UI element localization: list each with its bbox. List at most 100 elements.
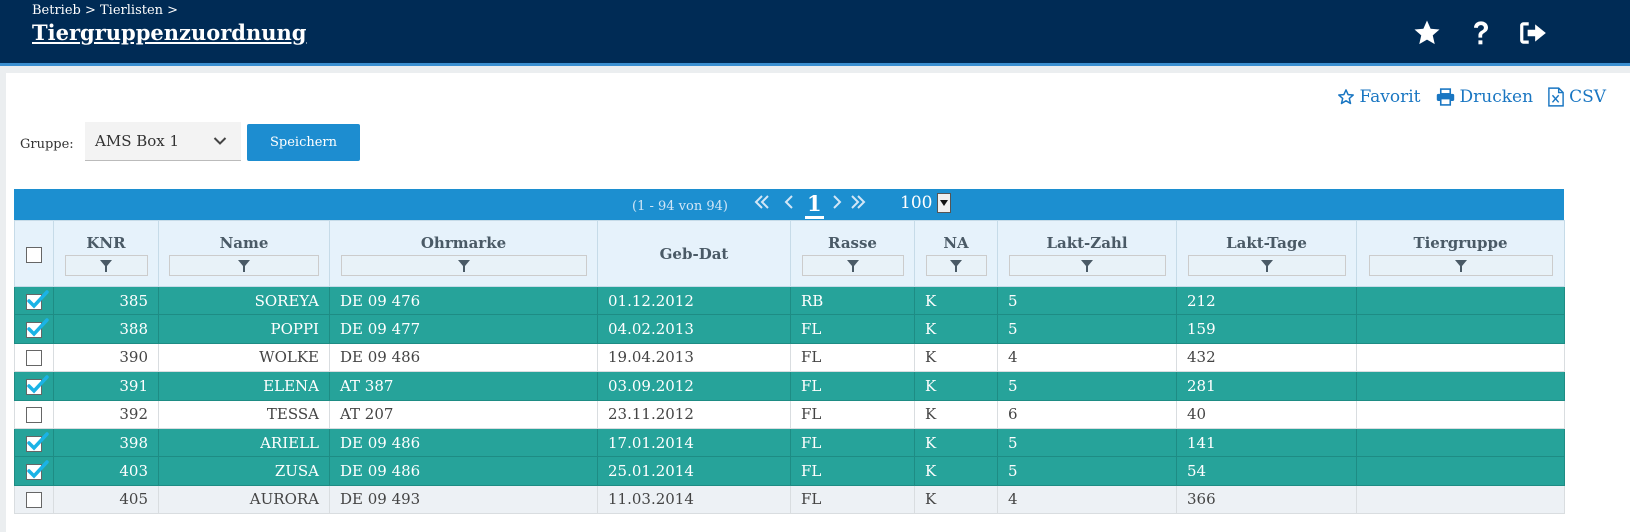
table-header-row: KNR Name Ohrmarke Geb-Dat Rasse NA Lakt-… <box>14 220 1565 287</box>
print-label: Drucken <box>1459 87 1534 107</box>
row-checkbox[interactable] <box>26 431 49 452</box>
page-size-select[interactable]: 100 <box>900 193 952 213</box>
favorite-label: Favorit <box>1359 87 1421 107</box>
filter-icon[interactable] <box>1008 255 1166 276</box>
last-page-icon[interactable] <box>850 193 866 214</box>
col-header-laktzahl[interactable]: Lakt-Zahl <box>997 220 1177 287</box>
table-row[interactable]: 388 POPPI DE 09 477 04.02.2013 FL K 5 159 <box>14 314 1565 344</box>
filter-icon[interactable] <box>1368 255 1553 276</box>
filter-icon[interactable] <box>801 255 904 276</box>
filter-icon[interactable] <box>1187 255 1346 276</box>
row-select-cell <box>14 371 54 401</box>
cell-tiergruppe <box>1356 285 1565 316</box>
page-title[interactable]: Tiergruppenzuordnung <box>32 20 306 45</box>
cell-na: K <box>914 371 998 401</box>
action-bar: Favorit Drucken CSV <box>1337 87 1606 107</box>
first-page-icon[interactable] <box>754 193 770 214</box>
table-row[interactable]: 398 ARIELL DE 09 486 17.01.2014 FL K 5 141 <box>14 427 1565 458</box>
cell-ohrmarke: DE 09 493 <box>329 484 598 515</box>
cell-tiergruppe <box>1356 314 1565 344</box>
next-page-icon[interactable] <box>832 193 842 214</box>
table-row[interactable]: 390 WOLKE DE 09 486 19.04.2013 FL K 4 432 <box>14 342 1565 373</box>
cell-lakttage: 432 <box>1176 342 1357 373</box>
cell-laktzahl: 4 <box>997 342 1177 373</box>
star-outline-icon <box>1337 89 1354 105</box>
favorite-star-icon[interactable] <box>1409 15 1445 51</box>
cell-na: K <box>914 484 998 515</box>
filter-icon[interactable] <box>340 255 587 276</box>
print-link[interactable]: Drucken <box>1436 87 1534 107</box>
checkmark-icon <box>27 460 49 479</box>
table-row[interactable]: 391 ELENA AT 387 03.09.2012 FL K 5 281 <box>14 371 1565 401</box>
cell-knr: 388 <box>53 314 159 344</box>
table-row[interactable]: 405 AURORA DE 09 493 11.03.2014 FL K 4 366 <box>14 484 1565 515</box>
row-checkbox[interactable] <box>26 407 42 424</box>
row-select-cell <box>14 285 54 316</box>
cell-name: POPPI <box>158 314 330 344</box>
prev-page-icon[interactable] <box>784 193 794 214</box>
col-header-name[interactable]: Name <box>158 220 330 287</box>
csv-label: CSV <box>1569 87 1606 107</box>
help-icon[interactable] <box>1463 15 1499 51</box>
cell-na: K <box>914 342 998 373</box>
cell-gebdat: 23.11.2012 <box>597 399 791 429</box>
chevron-down-icon <box>213 137 227 145</box>
cell-gebdat: 04.02.2013 <box>597 314 791 344</box>
table-row[interactable]: 392 TESSA AT 207 23.11.2012 FL K 6 40 <box>14 399 1565 429</box>
row-checkbox[interactable] <box>26 318 49 339</box>
select-all-checkbox[interactable] <box>26 246 42 263</box>
checkmark-icon <box>27 375 49 394</box>
cell-name: ARIELL <box>158 427 330 458</box>
cell-ohrmarke: AT 207 <box>329 399 598 429</box>
group-label: Gruppe: <box>20 137 74 152</box>
cell-laktzahl: 5 <box>997 285 1177 316</box>
col-header-lakttage[interactable]: Lakt-Tage <box>1176 220 1357 287</box>
cell-name: SOREYA <box>158 285 330 316</box>
table-body: 385 SOREYA DE 09 476 01.12.2012 RB K 5 212 388 PO… <box>14 285 1565 515</box>
cell-knr: 405 <box>53 484 159 515</box>
app-header: Betrieb > Tierlisten > Tiergruppenzuordn… <box>0 0 1630 66</box>
col-header-ohrmarke[interactable]: Ohrmarke <box>329 220 598 287</box>
cell-ohrmarke: DE 09 486 <box>329 342 598 373</box>
current-page[interactable]: 1 <box>805 191 824 219</box>
cell-ohrmarke: AT 387 <box>329 371 598 401</box>
table-row[interactable]: 385 SOREYA DE 09 476 01.12.2012 RB K 5 212 <box>14 285 1565 316</box>
filter-icon[interactable] <box>64 255 148 276</box>
csv-link[interactable]: CSV <box>1548 87 1606 107</box>
group-select-value: AMS Box 1 <box>95 132 180 150</box>
page-size-value: 100 <box>900 193 933 213</box>
col-header-rasse[interactable]: Rasse <box>790 220 915 287</box>
logout-icon[interactable] <box>1515 15 1551 51</box>
table-row[interactable]: 403 ZUSA DE 09 486 25.01.2014 FL K 5 54 <box>14 456 1565 486</box>
col-header-knr[interactable]: KNR <box>53 220 159 287</box>
col-header-gebdat[interactable]: Geb-Dat <box>597 220 791 287</box>
col-header-na[interactable]: NA <box>914 220 998 287</box>
cell-tiergruppe <box>1356 399 1565 429</box>
cell-na: K <box>914 427 998 458</box>
caret-down-icon <box>937 193 952 213</box>
save-button[interactable]: Speichern <box>247 124 360 161</box>
breadcrumb[interactable]: Betrieb > Tierlisten > <box>32 3 178 18</box>
row-checkbox[interactable] <box>26 492 42 509</box>
filter-icon[interactable] <box>169 255 319 276</box>
checkmark-icon <box>27 431 49 451</box>
cell-na: K <box>914 456 998 486</box>
cell-lakttage: 40 <box>1176 399 1357 429</box>
cell-rasse: FL <box>790 427 915 458</box>
cell-lakttage: 366 <box>1176 484 1357 515</box>
row-checkbox[interactable] <box>26 375 49 395</box>
col-header-tiergruppe[interactable]: Tiergruppe <box>1356 220 1565 287</box>
row-checkbox[interactable] <box>26 289 49 310</box>
checkmark-icon <box>27 289 49 309</box>
cell-lakttage: 159 <box>1176 314 1357 344</box>
row-checkbox[interactable] <box>26 350 42 367</box>
filter-icon[interactable] <box>925 255 987 276</box>
group-select[interactable]: AMS Box 1 <box>85 122 241 161</box>
favorite-link[interactable]: Favorit <box>1337 87 1421 107</box>
cell-knr: 392 <box>53 399 159 429</box>
printer-icon <box>1436 88 1454 106</box>
row-select-cell <box>14 314 54 344</box>
cell-name: TESSA <box>158 399 330 429</box>
row-checkbox[interactable] <box>26 460 49 481</box>
cell-name: AURORA <box>158 484 330 515</box>
